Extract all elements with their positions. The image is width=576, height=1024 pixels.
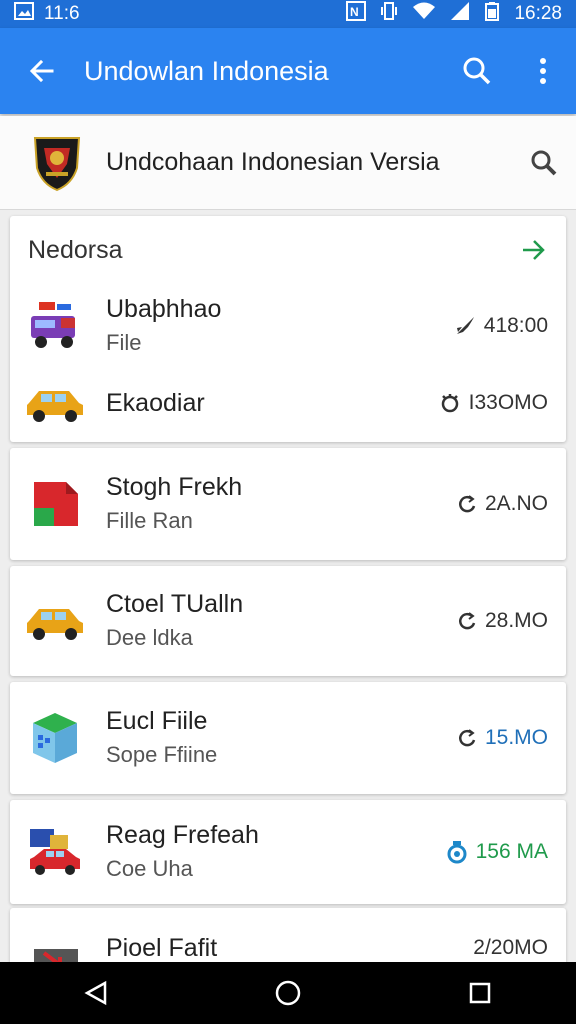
item-name: Reag Frefeah (106, 821, 259, 849)
search-icon (531, 150, 557, 175)
item-meta: I33OMO (439, 391, 548, 415)
circle-home-icon (275, 980, 301, 1006)
status-time-left: 11:6 (44, 3, 80, 24)
header-title: Undcohaan Indonesian Versia (106, 148, 440, 176)
nfc-icon: N (346, 1, 367, 27)
item-meta-text: I33OMO (468, 391, 548, 414)
list-item[interactable]: Ekaodiar I33OMO (10, 368, 566, 438)
item-meta-text: 2/20MO (473, 936, 548, 959)
package-thumbnail-icon (24, 473, 86, 535)
car-thumbnail-icon (24, 590, 86, 652)
arrow-left-icon (29, 59, 54, 83)
refresh-icon (459, 612, 476, 630)
app-bar-title: Undowlan Indonesia (84, 55, 329, 86)
nav-back-button[interactable] (66, 963, 126, 1023)
list-item[interactable]: Eucl Fiile Sope Ffiine 15.MO (10, 682, 566, 794)
wifi-icon (412, 1, 436, 27)
list-item[interactable]: Ubaþhhao File 418:00 (10, 284, 566, 368)
box-thumbnail-icon (24, 707, 86, 769)
refresh-icon (459, 729, 476, 747)
status-bar: 11:6 N 16:28 (0, 0, 576, 28)
svg-text:N: N (350, 5, 359, 19)
vehicle-bundle-thumbnail-icon (24, 821, 86, 883)
vibrate-icon (380, 1, 398, 27)
arrow-right-icon[interactable] (520, 236, 548, 264)
item-meta-text: 28.MO (484, 609, 548, 632)
nav-recents-button[interactable] (450, 963, 510, 1023)
item-meta: 418:00 (454, 314, 548, 338)
car-thumbnail-icon (24, 372, 86, 434)
status-time-right: 16:28 (514, 3, 562, 24)
section-card: Nedorsa Ubaþhhao File 418:00 Ekaodiar I3… (10, 216, 566, 442)
section-header: Nedorsa (10, 216, 566, 284)
item-name: Ctoel TUalln (106, 590, 244, 618)
more-vert-icon (540, 58, 546, 84)
item-meta: 2A.NO (457, 492, 548, 516)
system-nav-bar (0, 962, 576, 1024)
stopwatch-icon (447, 841, 467, 864)
nav-home-button[interactable] (258, 963, 318, 1023)
item-name: Ubaþhhao (106, 295, 222, 323)
item-meta-text: 418:00 (483, 314, 548, 337)
refresh-icon (459, 495, 476, 513)
item-subtitle: Fille Ran (106, 508, 193, 533)
triangle-back-icon (84, 980, 107, 1006)
search-button[interactable] (444, 28, 510, 114)
overflow-menu-button[interactable] (510, 28, 576, 114)
app-header-row: Undcohaan Indonesian Versia (0, 116, 576, 210)
file-card[interactable]: Eucl Fiile Sope Ffiine 15.MO (10, 682, 566, 794)
item-meta: 2/20MO (473, 936, 548, 960)
battery-icon (484, 1, 500, 27)
section-title: Nedorsa (28, 235, 123, 264)
item-meta: 156 MA (446, 840, 548, 864)
timer-icon (441, 394, 458, 413)
search-icon (463, 57, 491, 85)
header-search-button[interactable] (512, 149, 576, 177)
back-button[interactable] (0, 28, 84, 114)
file-card[interactable]: Reag Frefeah Coe Uha 156 MA (10, 800, 566, 904)
list-item[interactable]: Stogh Frekh Fille Ran 2A.NO (10, 448, 566, 560)
item-meta: 28.MO (457, 609, 548, 633)
item-meta: 15.MO (457, 726, 548, 750)
app-logo (33, 136, 81, 191)
item-name: Stogh Frekh (106, 473, 243, 501)
item-meta-text: 15.MO (484, 726, 548, 749)
item-subtitle: Sope Ffiine (106, 742, 218, 767)
item-subtitle: Dee ldka (106, 625, 193, 650)
item-name: Pioel Fafit (106, 934, 218, 962)
file-card[interactable]: Ctoel TUalln Dee ldka 28.MO (10, 566, 566, 676)
rocket-icon (456, 317, 474, 334)
truck-thumbnail-icon (24, 295, 86, 357)
file-card[interactable]: Stogh Frekh Fille Ran 2A.NO (10, 448, 566, 560)
item-name: Eucl Fiile (106, 707, 208, 735)
list-item[interactable]: Ctoel TUalln Dee ldka 28.MO (10, 566, 566, 676)
item-meta-text: 2A.NO (484, 492, 548, 515)
signal-icon (450, 1, 470, 27)
item-name: Ekaodiar (106, 389, 205, 417)
item-subtitle: Coe Uha (106, 856, 193, 881)
app-bar: Undowlan Indonesia (0, 28, 576, 114)
list-item[interactable]: Reag Frefeah Coe Uha 156 MA (10, 800, 566, 904)
item-subtitle: File (106, 330, 142, 355)
image-notification-icon (14, 2, 34, 26)
square-recents-icon (469, 982, 491, 1004)
item-meta-text: 156 MA (475, 840, 548, 863)
